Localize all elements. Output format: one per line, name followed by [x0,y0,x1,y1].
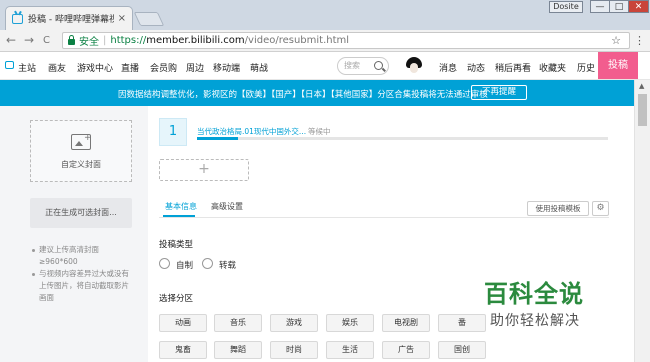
category-button[interactable]: 舞蹈 [214,341,262,359]
close-window-button[interactable]: ✕ [628,0,649,13]
bookmark-star-icon[interactable]: ☆ [611,34,621,47]
url-host: member.bilibili.com [146,35,245,46]
url-input[interactable]: 安全 | https:// member.bilibili.com /video… [62,32,630,49]
cover-label: 自定义封面 [61,160,101,169]
category-button[interactable]: 鬼畜 [159,341,207,359]
category-button[interactable]: 广告 [382,341,430,359]
radio-original-label[interactable]: 自制 [176,259,193,271]
new-tab-button[interactable] [133,12,165,26]
tab-basic-info[interactable]: 基本信息 [165,201,197,212]
forward-icon[interactable]: → [24,33,34,47]
category-button[interactable]: 生活 [326,341,374,359]
nav-item-merch[interactable]: 周边 [186,61,204,74]
cover-tip: 建议上传高清封面≥960*600 [32,244,132,268]
active-tab-indicator [163,215,195,217]
radio-original[interactable] [159,258,170,269]
browser-titlebar: 投稿 - 哔哩哔哩弹幕视频 × Dosite — □ ✕ [0,0,650,30]
generating-covers-status: 正在生成可选封面... [30,198,132,228]
tab-advanced-settings[interactable]: 高级设置 [211,201,243,212]
url-scheme: https:// [110,35,147,46]
category-label: 选择分区 [159,294,194,304]
nav-item-live[interactable]: 直播 [121,61,139,74]
maximize-button[interactable]: □ [609,0,629,13]
search-icon[interactable] [374,61,383,70]
cover-tips: 建议上传高清封面≥960*600 与视频内容差异过大或没有上传图片，将自动截取影… [32,244,132,304]
upload-progress-bar [197,137,608,140]
notice-text: 因数据结构调整优化，影视区的【欧美】【国产】【日本】【其他国家】分区合集投稿将无… [118,90,488,100]
scroll-up-arrow-icon[interactable]: ▲ [639,82,644,90]
nav-item-game-center[interactable]: 游戏中心 [77,61,113,74]
nav-item-favorites[interactable]: 收藏夹 [539,61,566,74]
custom-cover-upload[interactable]: 自定义封面 [30,120,132,182]
category-button[interactable]: 娱乐 [326,314,374,332]
upload-progress-fill [197,137,239,140]
minimize-button[interactable]: — [590,0,610,13]
nav-item-painter[interactable]: 画友 [48,61,66,74]
tab-title: 投稿 - 哔哩哔哩弹幕视频 [28,15,114,25]
nav-item-history[interactable]: 历史 [577,61,595,74]
radio-repost[interactable] [202,258,213,269]
video-title[interactable]: 当代政治格局.01现代中国外交... [197,126,306,137]
category-button[interactable]: 国创 [438,341,486,359]
browser-menu-icon[interactable]: ⋮ [634,34,645,47]
category-button[interactable]: 动画 [159,314,207,332]
back-icon[interactable]: ← [6,33,16,47]
url-path: /video/resubmit.html [244,35,350,46]
profile-badge[interactable]: Dosite [549,1,583,13]
scroll-thumb[interactable] [638,94,647,126]
category-button[interactable]: 时尚 [270,341,318,359]
lock-icon [68,35,75,45]
nav-item-messages[interactable]: 消息 [439,61,457,74]
nav-item-main[interactable]: 主站 [18,61,36,74]
home-tv-icon[interactable] [5,61,14,69]
radio-repost-label[interactable]: 转载 [219,259,236,271]
submission-type-label: 投稿类型 [159,240,194,250]
watermark-title: 百科全说 [484,280,584,308]
category-button[interactable]: 电视剧 [382,314,430,332]
page-scrollbar[interactable]: ▲ [634,80,650,362]
video-index: 1 [159,118,187,146]
gear-icon[interactable]: ⚙ [592,201,609,216]
tab-close-icon[interactable]: × [118,13,126,24]
avatar-face [410,63,418,73]
cover-tip: 与视频内容差异过大或没有上传图片，将自动截取影片画面 [32,268,132,304]
use-template-button[interactable]: 使用投稿模板 [527,201,589,216]
nav-item-watch-later[interactable]: 稍后再看 [495,61,531,74]
secure-label: 安全 [79,37,99,48]
category-button[interactable]: 游戏 [270,314,318,332]
nav-item-dynamics[interactable]: 动态 [467,61,485,74]
url-separator: | [103,35,107,46]
browser-tab[interactable]: 投稿 - 哔哩哔哩弹幕视频 × [5,6,133,30]
nav-item-mobile[interactable]: 移动端 [213,61,240,74]
bilibili-tv-icon [12,13,23,24]
add-image-icon [71,133,92,150]
dismiss-notice-button[interactable]: 不再提醒 [471,85,527,100]
video-status: 等候中 [308,127,331,136]
reload-icon[interactable]: C [43,35,50,46]
nav-item-moe-war[interactable]: 萌战 [250,61,268,74]
cover-sidebar: 自定义封面 正在生成可选封面... 建议上传高清封面≥960*600 与视频内容… [0,106,148,362]
notice-banner: 因数据结构调整优化，影视区的【欧美】【国产】【日本】【其他国家】分区合集投稿将无… [0,80,634,106]
site-nav: 主站 画友 游戏中心 直播 会员购 周边 移动端 萌战 搜索 消息 动态 稍后再… [0,52,650,80]
avatar[interactable] [404,56,424,76]
category-button[interactable]: 番 [438,314,486,332]
add-video-button[interactable]: + [159,159,249,181]
category-button[interactable]: 音乐 [214,314,262,332]
watermark-subtitle: 助你轻松解决 [490,313,580,329]
upload-button[interactable]: 投稿 [598,52,638,79]
nav-item-shop[interactable]: 会员购 [150,61,177,74]
address-bar: ← → C 安全 | https:// member.bilibili.com … [0,30,650,52]
